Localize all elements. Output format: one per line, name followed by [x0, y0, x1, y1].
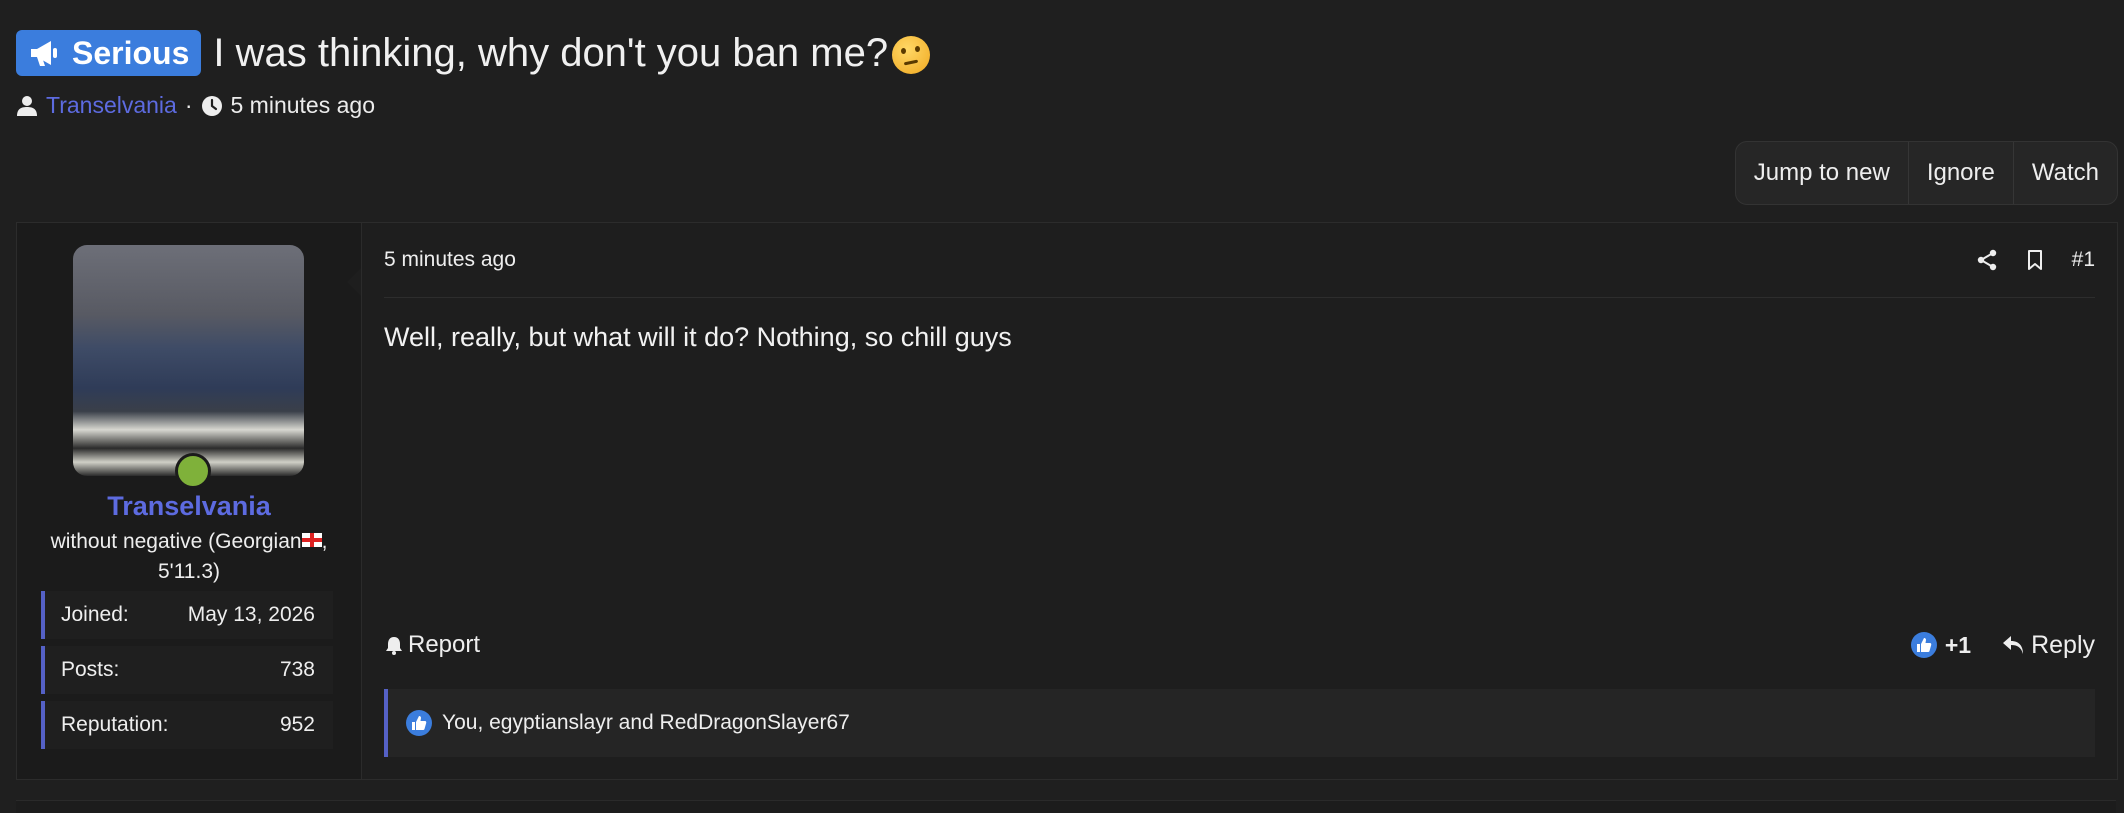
avatar[interactable] [73, 245, 304, 476]
like-icon [1910, 632, 1937, 658]
online-status-indicator [175, 453, 211, 489]
stat-value: 952 [279, 713, 315, 736]
user-stat-joined: Joined: May 13, 2026 [41, 591, 333, 639]
reaction-button[interactable]: +1 [1910, 631, 1972, 659]
thread-time[interactable]: 5 minutes ago [231, 92, 375, 119]
reactions-text: You, egyptianslayr and RedDragonSlayer67 [442, 711, 850, 734]
georgia-flag-icon [301, 533, 322, 547]
post-header: 5 minutes ago #1 [384, 223, 2095, 298]
thread-header: Serious I was thinking, why don't you ba… [16, 28, 931, 119]
bell-icon [386, 637, 402, 655]
user-icon [17, 95, 37, 116]
reply-icon [2003, 636, 2024, 654]
bookmark-icon[interactable] [2024, 249, 2046, 271]
thread-actions-group: Jump to new Ignore Watch [1734, 141, 2118, 205]
thread-prefix-label: Serious [72, 34, 190, 71]
post-number-link[interactable]: #1 [2072, 248, 2095, 272]
post-username[interactable]: Transelvania [17, 491, 361, 522]
post-body: Well, really, but what will it do? Nothi… [384, 322, 1012, 352]
stat-value: May 13, 2026 [187, 603, 315, 626]
user-stat-reputation: Reputation: 952 [41, 701, 333, 749]
post-arrow-decoration [347, 268, 361, 296]
clock-icon [201, 95, 222, 116]
meta-separator: · [184, 92, 193, 118]
user-title: without negative (Georgian, 5'11.3) [33, 527, 345, 587]
jump-to-new-button[interactable]: Jump to new [1736, 142, 1908, 204]
user-stat-posts: Posts: 738 [41, 646, 333, 694]
reactions-summary[interactable]: You, egyptianslayr and RedDragonSlayer67 [384, 689, 2095, 757]
thread-title-row: Serious I was thinking, why don't you ba… [16, 28, 931, 78]
post-footer: Report +1 Reply [384, 623, 2095, 667]
stat-label: Joined: [61, 603, 129, 626]
share-icon[interactable] [1976, 249, 1998, 271]
stat-label: Reputation: [61, 713, 169, 736]
ignore-button[interactable]: Ignore [1907, 142, 2013, 204]
post-time[interactable]: 5 minutes ago [384, 248, 516, 272]
stat-value[interactable]: 738 [280, 658, 315, 682]
post-footer-actions: +1 Reply [1910, 631, 2095, 660]
reply-button[interactable]: Reply [2001, 631, 2095, 660]
thread-author-link[interactable]: Transelvania [46, 92, 177, 119]
post-tools: #1 [1976, 248, 2095, 272]
watch-button[interactable]: Watch [2012, 142, 2117, 204]
post-user-column: Transelvania without negative (Georgian,… [17, 223, 362, 779]
stat-label: Posts: [61, 658, 120, 681]
thread-prefix-badge[interactable]: Serious [16, 30, 202, 76]
thread-title: I was thinking, why don't you ban me? [213, 30, 889, 75]
reply-label: Reply [2031, 630, 2095, 659]
user-title-part1: without negative (Georgian [50, 530, 302, 553]
avatar-wrapper [73, 245, 304, 489]
post-container: Transelvania without negative (Georgian,… [16, 222, 2118, 780]
thinking-face-icon [892, 36, 931, 74]
megaphone-icon [31, 41, 57, 66]
report-button[interactable]: Report [384, 631, 480, 659]
thread-meta: Transelvania · 5 minutes ago [16, 92, 930, 119]
reaction-count: +1 [1944, 631, 1972, 658]
like-icon [406, 710, 432, 736]
next-post-edge [16, 800, 2116, 813]
report-label: Report [408, 631, 481, 658]
post-content-column: 5 minutes ago #1 Well, really, but what … [362, 223, 2117, 779]
